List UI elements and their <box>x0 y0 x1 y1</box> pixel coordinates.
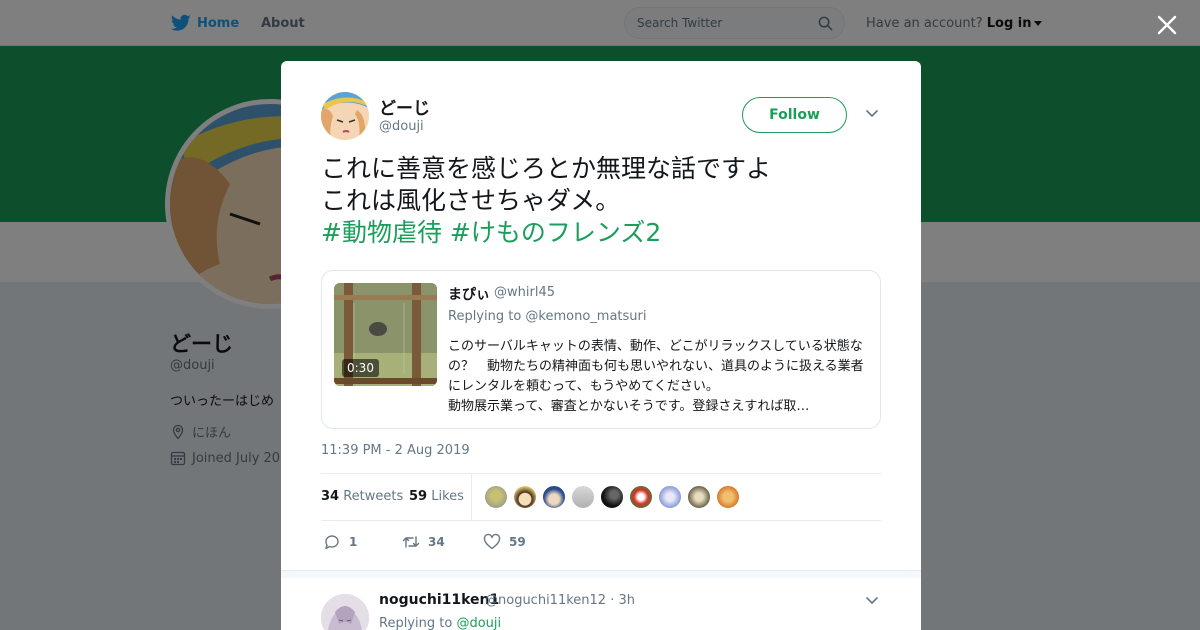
retweets-label: Retweets <box>343 489 404 504</box>
liker-avatar[interactable] <box>513 485 537 509</box>
replying-prefix: Replying to <box>379 616 453 630</box>
tweet-text-line: これに善意を感じろとか無理な話ですよ <box>321 154 772 183</box>
chevron-down-icon[interactable] <box>866 597 878 605</box>
stats-divider <box>471 474 472 520</box>
liker-avatar[interactable] <box>542 485 566 509</box>
author-avatar-illustration <box>321 92 369 140</box>
heart-icon[interactable] <box>483 533 501 551</box>
reply-action[interactable]: 1 <box>323 533 357 551</box>
reply-author-avatar[interactable] <box>321 594 369 630</box>
quoted-replying-to: Replying to @kemono_matsuri <box>448 309 647 324</box>
likes-label: Likes <box>431 489 464 504</box>
tweet-modal: どーじ @douji Follow これに善意を感じろとか無理な話ですよ これは… <box>281 61 921 630</box>
reply-avatar-illustration <box>321 594 369 630</box>
reply-author-name[interactable]: noguchi11ken1 <box>379 592 499 608</box>
liker-avatar[interactable] <box>600 485 624 509</box>
retweet-icon[interactable] <box>402 533 420 551</box>
tweet-text-line: これは風化させちゃダメ。 <box>321 186 621 215</box>
likes-count: 59 <box>409 489 428 504</box>
liker-avatar[interactable] <box>687 485 711 509</box>
reply-replying-to: Replying to @douji <box>379 616 501 630</box>
quoted-text: このサーバルキャットの表情、動作、どこがリラックスしている状態なの？ 動物たちの… <box>448 339 864 414</box>
liker-avatar[interactable] <box>484 485 508 509</box>
retweet-action[interactable]: 34 <box>402 533 445 551</box>
chevron-down-icon[interactable] <box>866 110 878 118</box>
reply-count: 1 <box>349 535 358 549</box>
video-duration: 0:30 <box>342 359 379 377</box>
quoted-author-name[interactable]: まぴぃ <box>448 284 490 304</box>
liker-avatar[interactable] <box>658 485 682 509</box>
tweet-hashtags[interactable]: #動物虐待 #けものフレンズ2 <box>321 217 881 249</box>
like-count: 59 <box>509 535 526 549</box>
liker-avatar[interactable] <box>716 485 740 509</box>
retweet-count: 34 <box>428 535 445 549</box>
author-avatar[interactable] <box>321 92 369 140</box>
follow-button[interactable]: Follow <box>742 97 847 133</box>
replying-handle-link[interactable]: @douji <box>456 616 501 630</box>
reply-author-handle[interactable]: @noguchi11ken12 · 3h <box>485 593 635 608</box>
tweet-text: これに善意を感じろとか無理な話ですよ これは風化させちゃダメ。 #動物虐待 #け… <box>321 153 881 249</box>
retweets-stat[interactable]: 34 Retweets <box>321 489 403 504</box>
likes-stat[interactable]: 59 Likes <box>409 489 464 504</box>
liker-avatar[interactable] <box>571 485 595 509</box>
liker-avatars <box>484 485 740 509</box>
liker-avatar[interactable] <box>629 485 653 509</box>
author-name[interactable]: どーじ <box>379 94 430 119</box>
tweet-stats: 34 Retweets 59 Likes <box>321 473 881 521</box>
quoted-tweet[interactable]: 0:30 まぴぃ @whirl45 Replying to @kemono_ma… <box>321 270 881 429</box>
replies-separator <box>281 570 921 578</box>
author-handle[interactable]: @douji <box>379 119 424 134</box>
retweets-count: 34 <box>321 489 340 504</box>
close-icon[interactable] <box>1156 14 1178 36</box>
tweet-timestamp[interactable]: 11:39 PM - 2 Aug 2019 <box>321 443 470 458</box>
quoted-video-thumbnail[interactable]: 0:30 <box>334 283 437 386</box>
quoted-author-handle[interactable]: @whirl45 <box>494 285 555 300</box>
like-action[interactable]: 59 <box>483 533 526 551</box>
reply-icon[interactable] <box>323 533 341 551</box>
